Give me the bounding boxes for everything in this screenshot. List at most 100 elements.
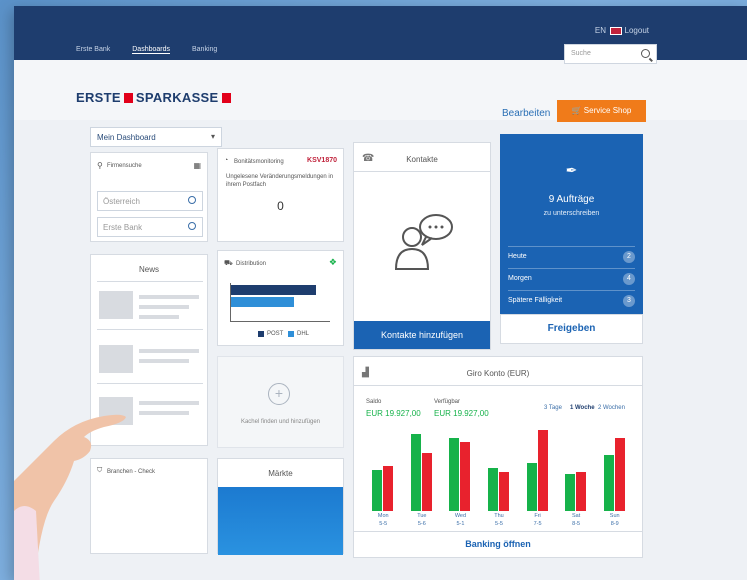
nav-banking[interactable]: Banking bbox=[192, 46, 217, 54]
bar-green bbox=[410, 433, 421, 511]
news-line bbox=[139, 315, 179, 319]
search-icon: ⚲ bbox=[97, 161, 103, 170]
search-icon[interactable] bbox=[188, 222, 196, 230]
maerkte-title: Märkte bbox=[268, 469, 293, 478]
auftraege-row[interactable]: Spätere Fälligkeit 3 bbox=[508, 290, 635, 311]
bar-red bbox=[421, 452, 432, 511]
contact-chat-icon bbox=[394, 214, 453, 270]
x-tick-label: Mon bbox=[377, 513, 389, 519]
row-label: Morgen bbox=[508, 275, 532, 282]
balance-bar-chart bbox=[364, 425, 634, 511]
x-tick-sublabel: 5-1 bbox=[456, 521, 465, 527]
ksv-logo: KSV1870 bbox=[307, 157, 337, 164]
banking-open-button[interactable]: Banking öffnen bbox=[354, 539, 642, 549]
auftraege-row[interactable]: Heute 2 bbox=[508, 246, 635, 267]
logout-link[interactable]: Logout bbox=[625, 26, 649, 35]
bar-red bbox=[576, 472, 587, 511]
bar-red bbox=[537, 430, 548, 511]
app-window: Erste Bank Dashboards Banking EN Logout … bbox=[14, 6, 747, 580]
news-line bbox=[139, 305, 189, 309]
auftraege-row[interactable]: Morgen 4 bbox=[508, 268, 635, 289]
firmensuche-title: Firmensuche bbox=[107, 163, 142, 169]
language-code: EN bbox=[594, 26, 606, 35]
dashboard-select[interactable]: Mein Dashboard bbox=[90, 127, 222, 147]
sparkasse-s-icon bbox=[221, 93, 231, 103]
legend-post: POST bbox=[267, 331, 284, 337]
row-label: Spätere Fälligkeit bbox=[508, 297, 563, 304]
bonitaet-count: 0 bbox=[277, 199, 284, 213]
range-2-weeks[interactable]: 2 Wochen bbox=[598, 405, 625, 411]
row-label: Heute bbox=[508, 253, 527, 260]
distribution-tile: ⛟ Distribution ❖ POST DHL bbox=[217, 250, 344, 346]
chart-x-axis: Mon 5-5 Tue 5-6 Wed 5-1 Thu 5-5 Fri 7-5 Sat 8-5 Sun 8… bbox=[364, 513, 634, 529]
divider bbox=[354, 385, 642, 386]
firmensuche-tile: ⚲ Firmensuche ▦ Österreich Erste Bank bbox=[90, 152, 208, 242]
bank-field[interactable]: Erste Bank bbox=[97, 217, 203, 237]
nav-erste-bank[interactable]: Erste Bank bbox=[76, 46, 110, 54]
bar-red bbox=[383, 465, 394, 511]
x-tick-sublabel: 5-5 bbox=[379, 521, 388, 527]
auftraege-sub: zu unterschreiben bbox=[543, 210, 600, 217]
news-thumbnail bbox=[99, 291, 133, 319]
bar-red bbox=[614, 437, 625, 511]
verfuegbar-value: EUR 19.927,00 bbox=[434, 409, 489, 418]
brand-logo: ERSTE SPARKASSE bbox=[76, 90, 234, 105]
news-line bbox=[139, 401, 199, 405]
news-line bbox=[139, 349, 199, 353]
country-field[interactable]: Österreich bbox=[97, 191, 203, 211]
x-tick-label: Tue bbox=[417, 513, 427, 519]
legend-swatch-post bbox=[258, 331, 264, 337]
news-line bbox=[139, 411, 189, 415]
saldo-label: Saldo bbox=[366, 399, 382, 405]
row-count-badge: 4 bbox=[623, 273, 635, 285]
x-tick-label: Wed bbox=[454, 513, 467, 519]
maerkte-tile: Märkte bbox=[217, 458, 344, 555]
x-tick-sublabel: 8-9 bbox=[610, 521, 619, 527]
service-shop-label: Service Shop bbox=[583, 106, 632, 115]
x-tick-label: Sat bbox=[572, 513, 581, 519]
edit-link[interactable]: Bearbeiten bbox=[502, 108, 550, 119]
bar-green bbox=[372, 470, 383, 511]
kontakte-tile: ☎ Kontakte Kontakte hinzufügen bbox=[353, 142, 491, 350]
x-tick-sublabel: 8-5 bbox=[572, 521, 581, 527]
range-3-days[interactable]: 3 Tage bbox=[544, 405, 562, 411]
divider bbox=[97, 281, 203, 282]
freigeben-button[interactable]: Freigeben bbox=[500, 314, 643, 344]
dhl-bar bbox=[230, 297, 294, 307]
bar-red bbox=[499, 472, 509, 511]
range-1-week[interactable]: 1 Woche bbox=[570, 405, 595, 411]
verfuegbar-label: Verfügbar bbox=[434, 399, 461, 405]
service-shop-button[interactable]: 🛒 Service Shop bbox=[557, 100, 646, 122]
bank-value: Erste Bank bbox=[103, 223, 143, 232]
language-selector[interactable]: EN bbox=[595, 26, 622, 35]
legend-swatch-dhl bbox=[288, 331, 294, 337]
add-tile-label: Kachel finden und hinzufügen bbox=[240, 419, 321, 425]
truck-icon: ⛟ bbox=[224, 260, 233, 267]
x-tick-sublabel: 5-5 bbox=[495, 521, 503, 527]
nav-dashboards[interactable]: Dashboards bbox=[132, 46, 170, 54]
giro-title: Giro Konto (EUR) bbox=[466, 369, 530, 378]
news-title: News bbox=[138, 265, 159, 274]
bonitaet-tile: ◔ Bonitätsmonitoring KSV1870 Ungelesene … bbox=[217, 148, 344, 242]
row-count-badge: 3 bbox=[623, 295, 635, 307]
divider bbox=[354, 171, 490, 172]
add-contacts-button[interactable]: Kontakte hinzufügen bbox=[354, 321, 490, 349]
markets-map-image bbox=[218, 487, 343, 555]
search-input[interactable]: Suche bbox=[564, 44, 657, 64]
top-nav: Erste Bank Dashboards Banking bbox=[76, 46, 217, 54]
search-icon[interactable] bbox=[641, 49, 650, 58]
cart-icon: 🛒 bbox=[571, 106, 584, 115]
saldo-value: EUR 19.927,00 bbox=[366, 409, 421, 418]
x-tick-label: Thu bbox=[494, 513, 504, 519]
building-icon: ▦ bbox=[193, 161, 201, 170]
freigeben-label: Freigeben bbox=[547, 323, 596, 334]
bonitaet-text: Ungelesene Veränderungsmeldungen in ihre… bbox=[226, 174, 334, 188]
x-tick-sublabel: 7-5 bbox=[533, 521, 542, 527]
auftraege-count: 9 Aufträge bbox=[548, 194, 595, 205]
x-tick-label: Fri bbox=[534, 513, 541, 519]
add-tile[interactable]: + Kachel finden und hinzufügen bbox=[217, 356, 344, 448]
brand-logo-icon: ❖ bbox=[328, 257, 337, 267]
search-icon[interactable] bbox=[188, 196, 196, 204]
legend-dhl: DHL bbox=[297, 331, 310, 337]
x-tick-label: Sun bbox=[609, 513, 620, 519]
